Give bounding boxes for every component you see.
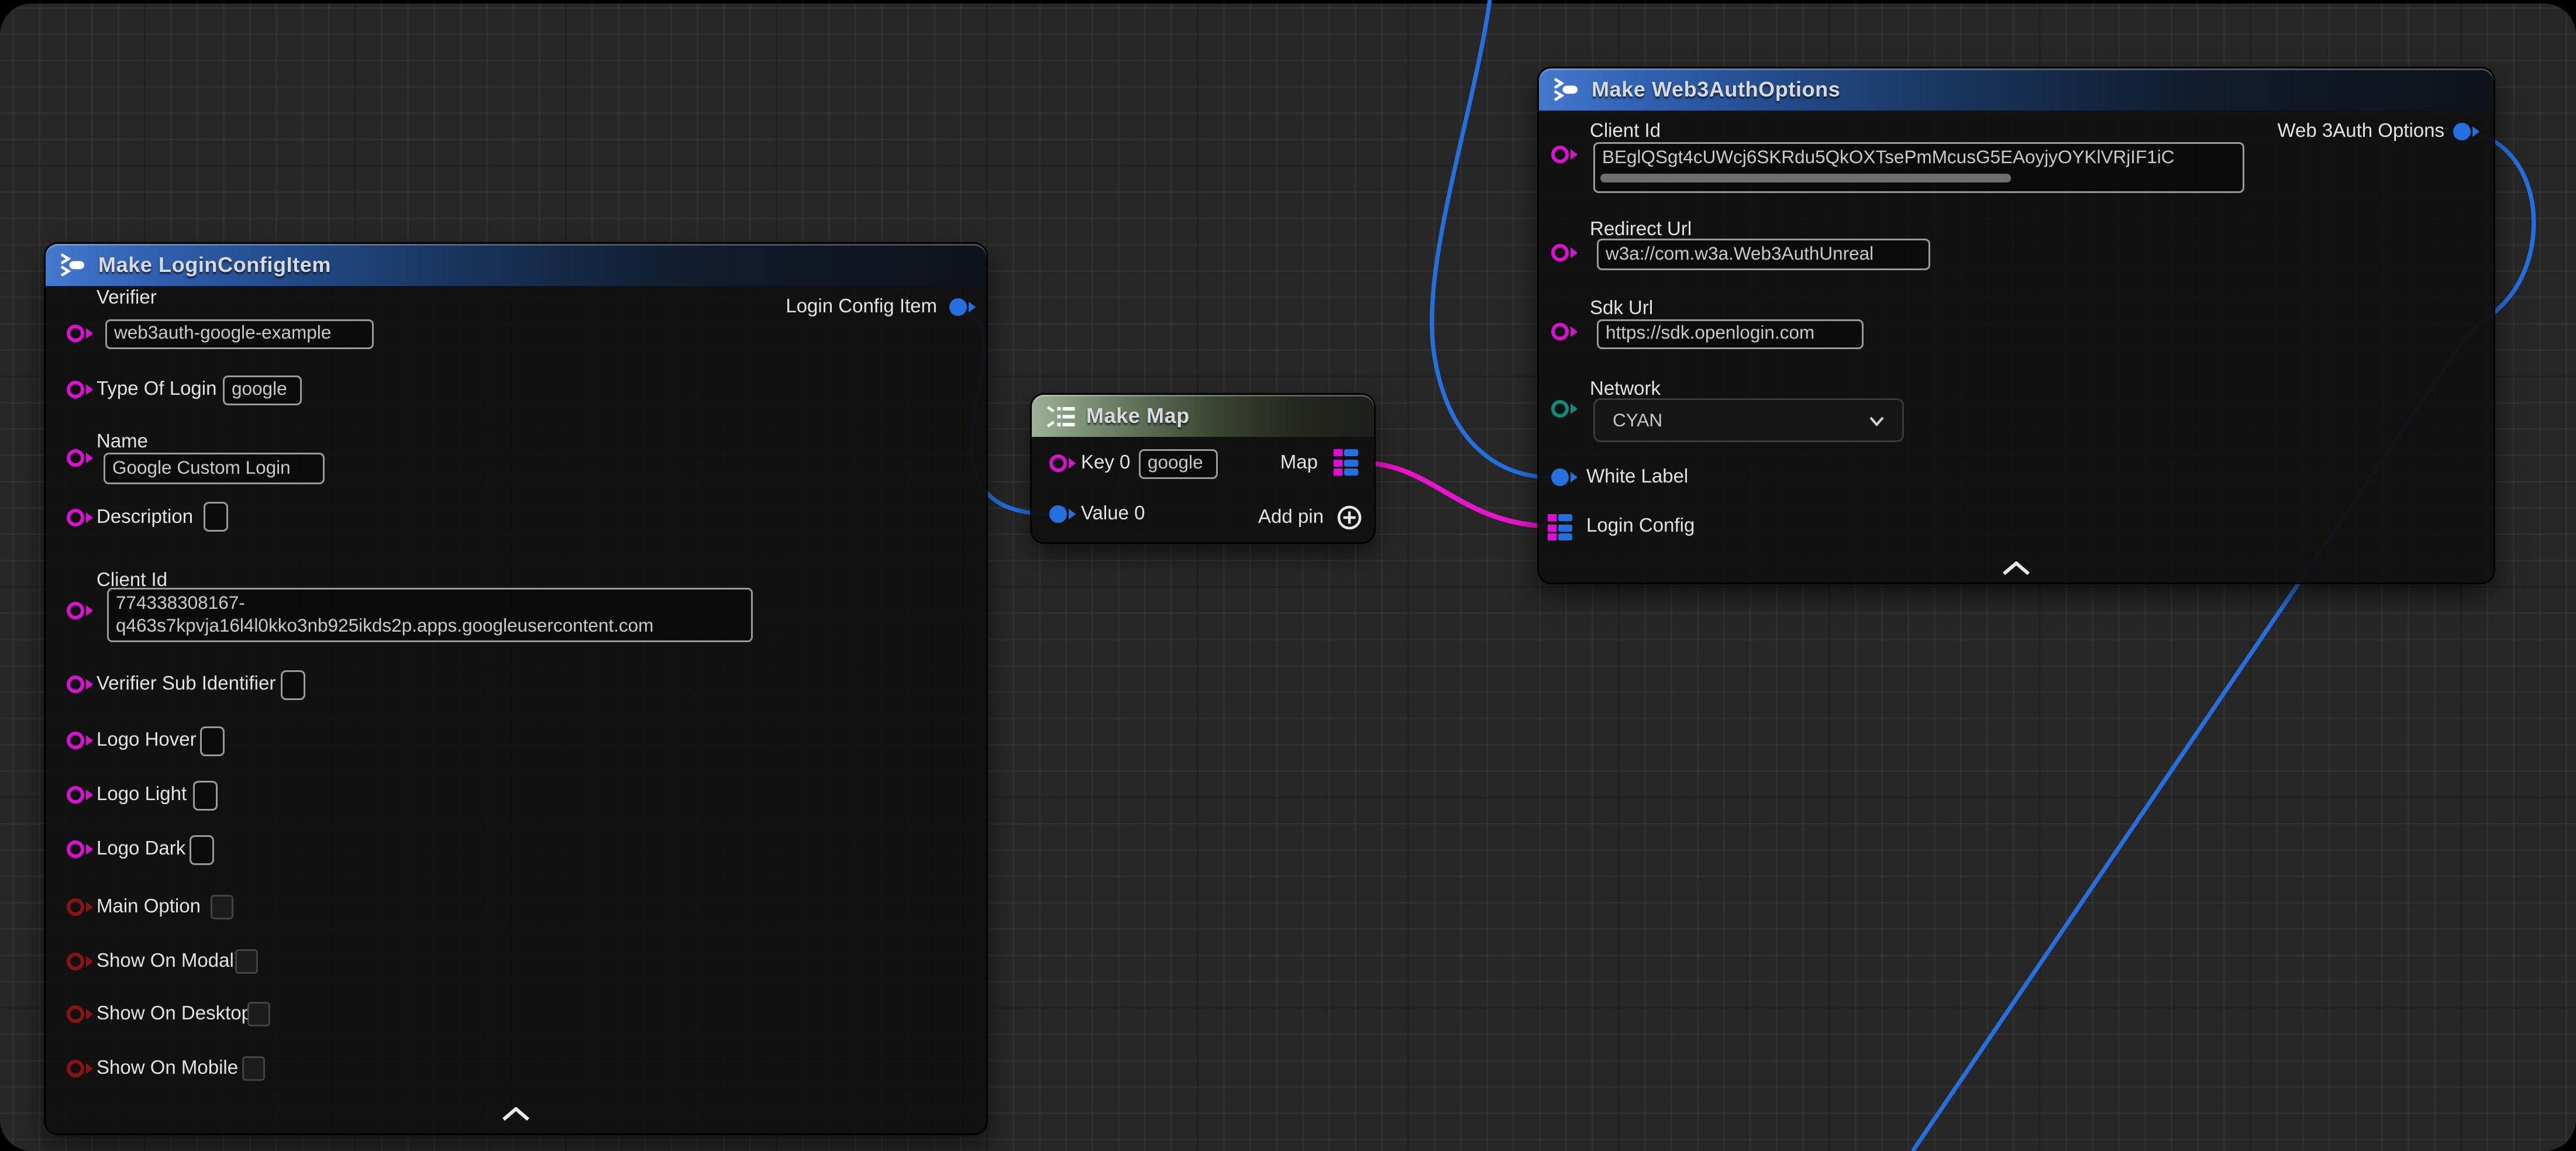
white-label-pin[interactable] [1551,468,1583,486]
value0-pin[interactable] [1049,505,1081,523]
make-struct-icon [1553,77,1581,102]
show-on-mobile-label: Show On Mobile [97,1058,238,1079]
logo-hover-label: Logo Hover [97,730,197,751]
main-option-checkbox[interactable] [211,895,233,919]
logo-hover-input[interactable] [200,726,225,756]
output-pin-label: Login Config Item [786,297,937,318]
type-of-login-pin[interactable] [67,381,98,398]
show-on-desktop-pin[interactable] [67,1005,98,1023]
collapse-chevron-icon[interactable] [2002,561,2030,576]
show-on-modal-pin[interactable] [67,953,98,970]
logo-light-label: Logo Light [97,784,187,805]
type-of-login-input[interactable]: google [223,375,302,405]
web3auth-options-output-pin[interactable] [2453,123,2485,140]
show-on-modal-checkbox[interactable] [235,949,258,974]
node-make-web3authoptions[interactable]: Make Web3AuthOptions Web 3Auth Options C… [1539,68,2494,583]
node-title: Make Web3AuthOptions [1592,77,1840,102]
chevron-down-icon [1869,415,1885,426]
node-header[interactable]: Make Web3AuthOptions [1539,68,2494,111]
description-label: Description [97,507,193,528]
make-struct-icon [60,253,88,277]
logo-dark-pin[interactable] [67,840,98,858]
add-pin-label: Add pin [1258,507,1324,528]
client-id-pin[interactable] [1551,146,1583,163]
show-on-desktop-label: Show On Desktop [97,1004,252,1025]
sdk-url-label: Sdk Url [1590,298,1653,319]
logo-dark-label: Logo Dark [97,839,185,860]
key0-pin[interactable] [1049,454,1081,472]
node-header[interactable]: Make LoginConfigItem [46,244,986,286]
node-header[interactable]: Make Map [1032,395,1374,437]
node-title: Make LoginConfigItem [98,253,331,277]
main-option-pin[interactable] [67,898,98,916]
show-on-mobile-checkbox[interactable] [242,1056,265,1081]
node-make-loginconfigitem[interactable]: Make LoginConfigItem Login Config Item V… [46,244,986,1133]
logo-light-input[interactable] [193,781,218,811]
white-label-label: White Label [1586,467,1688,488]
verifier-pin[interactable] [67,325,98,342]
logo-hover-pin[interactable] [67,732,98,749]
sdk-url-input[interactable]: https://sdk.openlogin.com [1597,319,1864,349]
redirect-url-pin[interactable] [1551,244,1583,261]
name-pin[interactable] [67,449,98,467]
key0-input[interactable]: google [1139,449,1218,479]
logo-dark-input[interactable] [190,835,214,865]
verifier-sub-identifier-pin[interactable] [67,676,98,693]
redirect-url-label: Redirect Url [1590,219,1692,240]
client-id-input[interactable]: BEglQSgt4cUWcj6SKRdu5QkOXTsePmMcusG5EAoy… [1593,142,2244,193]
node-title: Make Map [1086,404,1190,428]
description-input[interactable] [204,502,228,532]
show-on-modal-label: Show On Modal [97,951,234,972]
description-pin[interactable] [67,509,98,526]
login-config-item-output-pin[interactable] [949,298,981,316]
map-output-label: Map [1280,453,1318,474]
type-of-login-label: Type Of Login [97,379,217,400]
verifier-input[interactable]: web3auth-google-example [105,319,374,349]
show-on-desktop-checkbox[interactable] [247,1002,270,1026]
main-option-label: Main Option [97,897,201,918]
client-id-label: Client Id [1590,121,1661,142]
client-id-input[interactable]: 774338308167-q463s7kpvja16l4l0kko3nb925i… [107,588,753,642]
verifier-sub-identifier-label: Verifier Sub Identifier [97,674,275,695]
logo-light-pin[interactable] [67,786,98,804]
map-output-pin[interactable] [1334,449,1360,475]
verifier-label: Verifier [97,288,157,309]
add-pin-icon[interactable] [1337,505,1362,530]
blueprint-editor: Make LoginConfigItem Login Config Item V… [0,0,2576,1151]
value0-label: Value 0 [1081,504,1145,525]
name-input[interactable]: Google Custom Login [104,453,325,484]
verifier-sub-identifier-input[interactable] [281,670,305,700]
output-pin-label: Web 3Auth Options [2277,121,2444,142]
network-pin[interactable] [1551,400,1583,418]
network-dropdown[interactable]: CYAN [1593,398,1904,442]
client-id-pin[interactable] [67,602,98,619]
login-config-label: Login Config [1586,516,1695,537]
name-label: Name [97,432,148,453]
key0-label: Key 0 [1081,453,1130,474]
login-config-pin[interactable] [1548,514,1574,540]
make-map-icon [1046,405,1076,428]
network-value: CYAN [1613,410,1662,431]
collapse-chevron-icon[interactable] [502,1107,530,1121]
show-on-mobile-pin[interactable] [67,1060,98,1077]
network-label: Network [1590,379,1661,400]
sdk-url-pin[interactable] [1551,323,1583,340]
redirect-url-input[interactable]: w3a://com.w3a.Web3AuthUnreal [1597,239,1930,270]
client-id-scrollbar[interactable] [1600,174,2011,182]
node-make-map[interactable]: Make Map Key 0 google Map Value 0 Add pi… [1032,395,1374,542]
